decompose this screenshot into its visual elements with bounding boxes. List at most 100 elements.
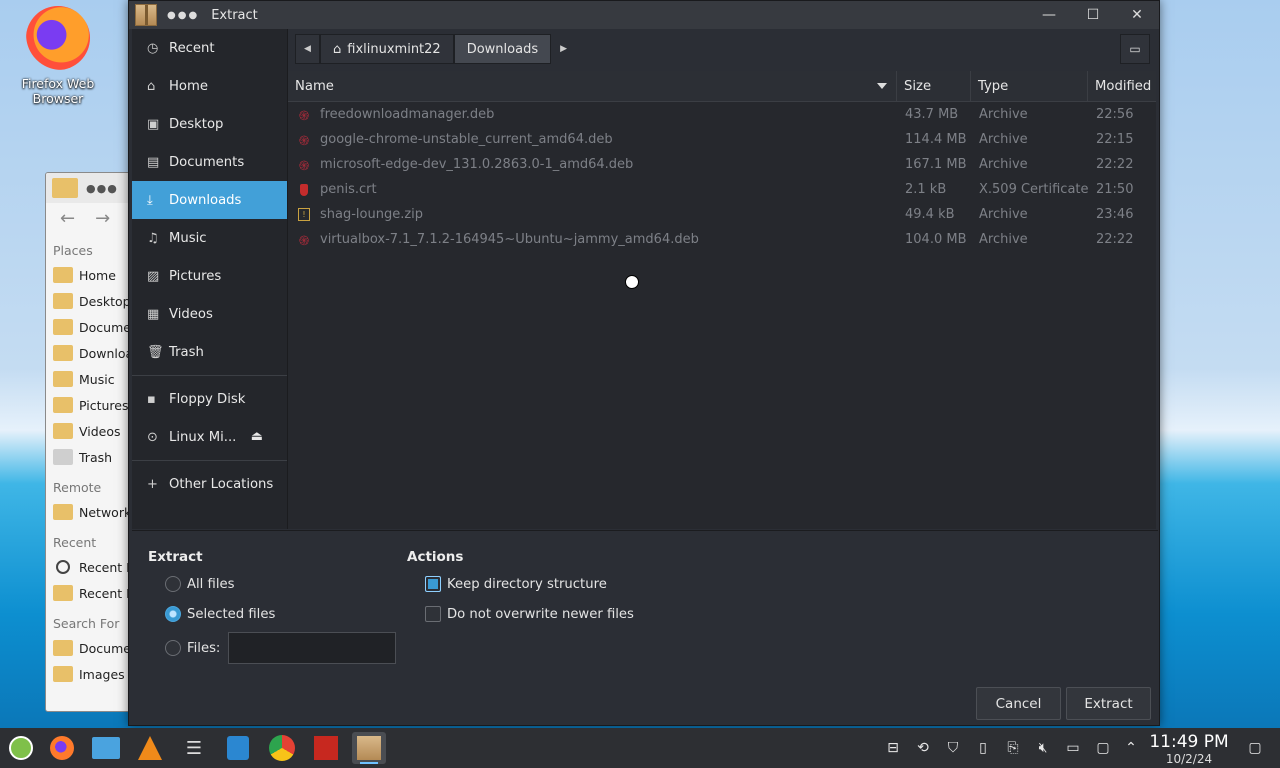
tray-notifications-icon[interactable]: ▢ [1244,737,1266,759]
fm-place-item[interactable]: Music [46,366,134,392]
clock-time: 11:49 PM [1149,732,1229,752]
file-row[interactable]: ֍ virtualbox-7.1_7.1.2-164945~Ubuntu~jamm… [288,227,1156,252]
tray-update-icon[interactable]: ▯ [972,737,994,759]
file-row[interactable]: ֍ freedownloadmanager.deb 43.7 MB Archive 22… [288,102,1156,127]
file-type: X.509 Certificate [979,182,1088,197]
fm-place-item[interactable]: Pictures [46,392,134,418]
do-not-overwrite-checkbox[interactable]: Do not overwrite newer files [425,606,634,622]
tray-battery-icon[interactable]: ▭ [1062,737,1084,759]
extract-button[interactable]: Extract [1066,687,1151,720]
file-modified: 23:46 [1096,207,1134,222]
sidebar-item-documents[interactable]: ▤ Documents [132,143,287,181]
fm-recent-item[interactable]: Recent F [46,554,134,580]
file-row[interactable]: ֍ microsoft-edge-dev_131.0.2863.0-1_amd64… [288,152,1156,177]
keep-directory-structure-checkbox[interactable]: Keep directory structure [425,576,607,592]
firefox-desktop-icon[interactable]: Firefox Web Browser [12,6,104,106]
fm-search-item[interactable]: Docume [46,635,134,661]
fm-place-item[interactable]: Downloa [46,340,134,366]
pictures-icon: ▨ [147,268,160,284]
sidebar-item-other-locations[interactable]: + Other Locations [132,465,287,503]
places-header: Places [53,243,93,258]
file-row[interactable]: penis.crt 2.1 kB X.509 Certificate 21:50 [288,177,1156,202]
tray-display-icon[interactable]: ▢ [1092,737,1114,759]
file-row[interactable]: ! shag-lounge.zip 49.4 kB Archive 23:46 [288,202,1156,227]
file-type: Archive [979,107,1028,122]
tray-expand-icon[interactable]: ⌃ [1120,737,1142,759]
all-files-radio[interactable]: All files [165,576,235,592]
certificate-icon [300,183,308,196]
column-type[interactable]: Type [971,71,1088,102]
taskbar-chrome[interactable] [265,732,299,764]
close-icon[interactable]: ✕ [1115,1,1159,29]
mint-menu-button[interactable] [4,732,38,764]
sidebar-item-floppy[interactable]: ▪ Floppy Disk [132,380,287,418]
archive-manager-icon [357,736,381,760]
fm-search-item[interactable]: Images [46,661,134,687]
menu-dots-icon[interactable]: ●●● [86,182,118,195]
taskbar-software-manager[interactable] [221,732,255,764]
cancel-button[interactable]: Cancel [976,687,1061,720]
new-folder-button[interactable]: ▭ [1120,34,1150,64]
sidebar-item-music[interactable]: ♫ Music [132,219,287,257]
music-icon: ♫ [147,230,159,246]
window-menu-icon[interactable]: ●●● [167,10,199,21]
selected-files-radio[interactable]: Selected files [165,606,275,622]
taskbar-settings[interactable]: ☰ [177,732,211,764]
taskbar-app[interactable] [309,732,343,764]
eject-icon[interactable]: ⏏ [251,429,263,444]
sidebar-item-pictures[interactable]: ▨ Pictures [132,257,287,295]
radio-button[interactable] [165,576,181,592]
sidebar-item-linux-mint-disc[interactable]: ⊙ Linux Mi... ⏏ [132,418,287,456]
checkbox[interactable] [425,576,441,592]
taskbar-files[interactable] [89,732,123,764]
sidebar-item-desktop[interactable]: ▣ Desktop [132,105,287,143]
radio-button[interactable] [165,606,181,622]
folder-icon [53,319,73,335]
taskbar-vlc[interactable] [133,732,167,764]
red-app-icon [314,736,338,760]
fm-remote-item[interactable]: Network [46,499,134,525]
tray-app-icon[interactable]: ⊟ [882,737,904,759]
maximize-icon[interactable]: ☐ [1071,1,1115,29]
fm-place-item[interactable]: Desktop [46,288,134,314]
forward-arrow-icon[interactable]: → [95,208,110,229]
back-arrow-icon[interactable]: ← [60,208,75,229]
column-size[interactable]: Size [897,71,971,102]
tray-clipboard-icon[interactable]: ⎘ [1002,737,1024,759]
fm-place-item[interactable]: Home [46,262,134,288]
archive-manager-icon [135,4,157,26]
taskbar-firefox[interactable] [45,732,79,764]
files-pattern-radio[interactable]: Files: [165,640,220,656]
path-crumb-home[interactable]: ⌂ fixlinuxmint22 [320,34,454,64]
sidebar-item-recent[interactable]: ◷ Recent [132,29,287,67]
column-name[interactable]: Name [288,71,897,102]
fm-recent-item[interactable]: Recent L [46,580,134,606]
path-back-button[interactable]: ◀ [295,34,320,64]
firefox-icon [26,6,90,70]
fm-titlebar: ●●● [46,173,134,203]
sidebar-item-home[interactable]: ⌂ Home [132,67,287,105]
sidebar-item-downloads[interactable]: ⤓ Downloads [132,181,287,219]
tray-shield-icon[interactable]: ⛉ [942,737,964,759]
minimize-icon[interactable]: — [1027,1,1071,29]
files-pattern-input[interactable] [228,632,396,664]
folder-icon [53,640,73,656]
tray-network-icon[interactable]: ⟲ [912,737,934,759]
sidebar-item-trash[interactable]: 🗑︎ Trash [132,333,287,371]
column-modified[interactable]: Modified [1088,71,1156,102]
background-file-manager[interactable]: ●●● ← → Places Home Desktop Docume Downl… [45,172,135,712]
tray-volume-muted-icon[interactable]: 🔇︎ [1032,737,1054,759]
sidebar-item-videos[interactable]: ▦ Videos [132,295,287,333]
fm-place-item[interactable]: Docume [46,314,134,340]
fm-place-item[interactable]: Videos [46,418,134,444]
file-list: Name Size Type Modified ֍ freedownloadman… [288,71,1156,529]
path-forward-button[interactable]: ▶ [551,34,577,64]
taskbar-archive-manager[interactable] [352,732,386,764]
folder-icon [92,737,120,759]
file-row[interactable]: ֍ google-chrome-unstable_current_amd64.de… [288,127,1156,152]
fm-place-item[interactable]: Trash [46,444,134,470]
radio-button[interactable] [165,640,181,656]
path-crumb-current[interactable]: Downloads [453,34,552,64]
taskbar-clock[interactable]: 11:49 PM 10/2/24 [1148,732,1230,766]
checkbox[interactable] [425,606,441,622]
